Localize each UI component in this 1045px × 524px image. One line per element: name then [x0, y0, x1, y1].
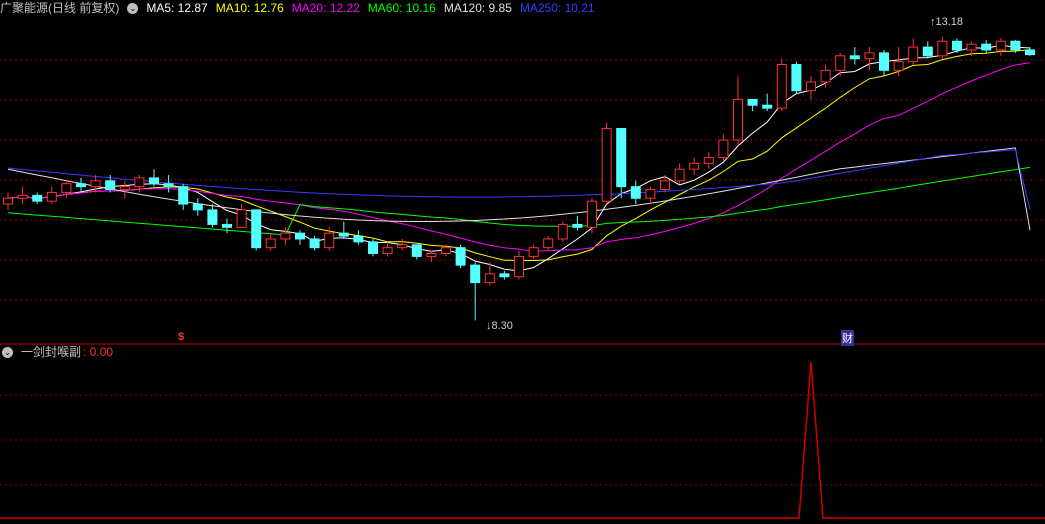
ma10-label: MA10: 12.76 — [215, 1, 284, 15]
candle-body — [703, 157, 714, 164]
candle-body — [324, 232, 335, 249]
candle-body — [879, 52, 889, 71]
candle-body — [1025, 49, 1035, 56]
chevron-down-icon[interactable]: ⌄ — [127, 2, 139, 14]
candle-body — [236, 209, 247, 228]
candle-body — [835, 55, 846, 71]
candle-body — [908, 46, 919, 63]
ma20-label: MA20: 12.22 — [291, 1, 360, 15]
event-marker-dividend[interactable]: $ — [178, 331, 184, 343]
candle-body — [295, 232, 305, 240]
candle-body — [645, 189, 656, 199]
candle-body — [616, 127, 627, 188]
candle-body — [981, 43, 992, 51]
ma5-line — [7, 44, 1031, 272]
candlestick-series[interactable] — [3, 36, 1035, 321]
candle-body — [776, 64, 787, 109]
candle-body — [952, 40, 962, 51]
candle-body — [76, 183, 86, 188]
candle-body — [397, 244, 408, 249]
indicator-name: 一剑封喉副 — [21, 345, 82, 359]
candle-body — [587, 200, 597, 228]
candle-body — [222, 223, 232, 228]
candle-body — [557, 223, 568, 240]
candle-body — [864, 52, 875, 60]
candle-body — [966, 43, 977, 51]
candle-body — [265, 238, 276, 249]
candle-body — [995, 40, 1006, 51]
candle-body — [820, 69, 831, 83]
moving-average-lines — [7, 44, 1031, 272]
candle-body — [46, 191, 57, 202]
candle-body — [411, 244, 422, 257]
candle-body — [441, 247, 451, 254]
ma20-line — [7, 62, 1031, 252]
candle-body — [280, 232, 291, 240]
ma120-label: MA120: 9.85 — [443, 1, 512, 15]
candle-body — [601, 127, 612, 202]
candle-body — [499, 273, 510, 278]
candle-body — [382, 247, 393, 254]
candle-body — [484, 273, 495, 284]
candle-body — [528, 247, 539, 257]
candle-body — [689, 162, 700, 170]
indicator-value: : 0.00 — [83, 345, 114, 359]
ma250-label: MA250: 10.21 — [519, 1, 595, 15]
candle-body — [893, 61, 904, 71]
ma10-line — [7, 49, 1031, 261]
candle-body — [251, 209, 262, 249]
candle-body — [762, 104, 773, 109]
candle-body — [660, 180, 670, 191]
candle-body — [470, 264, 481, 284]
candle-body — [733, 98, 743, 141]
candle-body — [922, 46, 933, 57]
candle-body — [674, 168, 685, 182]
candle-body — [849, 55, 860, 60]
chevron-down-icon[interactable]: ⌄ — [2, 346, 13, 358]
candle-body — [17, 194, 28, 199]
candle-body — [806, 81, 816, 92]
candle-body — [747, 98, 758, 106]
candle-body — [61, 183, 72, 193]
candle-body — [543, 238, 554, 249]
event-marker-financial[interactable]: 财 — [841, 330, 854, 346]
candle-body — [791, 64, 802, 92]
candle-body — [514, 255, 524, 278]
candle-body — [426, 253, 437, 257]
candle-body — [149, 177, 159, 185]
candle-body — [718, 139, 729, 159]
candle-body — [353, 235, 364, 243]
main-header: 广聚能源(日线 前复权) ⌄ MA5: 12.87 MA10: 12.76 MA… — [0, 0, 603, 16]
candle-body — [32, 194, 43, 202]
candle-body — [572, 223, 583, 228]
candle-body — [630, 186, 641, 199]
candle-body — [1010, 40, 1021, 51]
ma60-label: MA60: 10.16 — [367, 1, 436, 15]
ma60-line — [7, 166, 1031, 236]
high-price-label: ↑13.18 — [930, 16, 964, 28]
chart-canvas — [0, 36, 1045, 519]
candle-body — [119, 186, 130, 191]
candle-body — [368, 241, 378, 255]
candle-body — [105, 180, 116, 191]
candle-body — [937, 40, 948, 57]
candle-body — [338, 232, 349, 237]
candle-body — [163, 183, 174, 188]
low-price-label: ↓8.30 — [486, 320, 513, 332]
candle-body — [455, 247, 466, 266]
candle-body — [178, 186, 189, 205]
indicator-header: ⌄ 一剑封喉副 : 0.00 — [0, 344, 121, 360]
candle-body — [309, 238, 320, 249]
ma5-label: MA5: 12.87 — [146, 1, 208, 15]
candle-body — [90, 180, 101, 188]
candle-body — [3, 197, 13, 205]
chart-title: 广聚能源(日线 前复权) — [0, 1, 120, 15]
candle-body — [207, 209, 218, 225]
candle-body — [192, 203, 203, 211]
candle-body — [134, 177, 145, 188]
